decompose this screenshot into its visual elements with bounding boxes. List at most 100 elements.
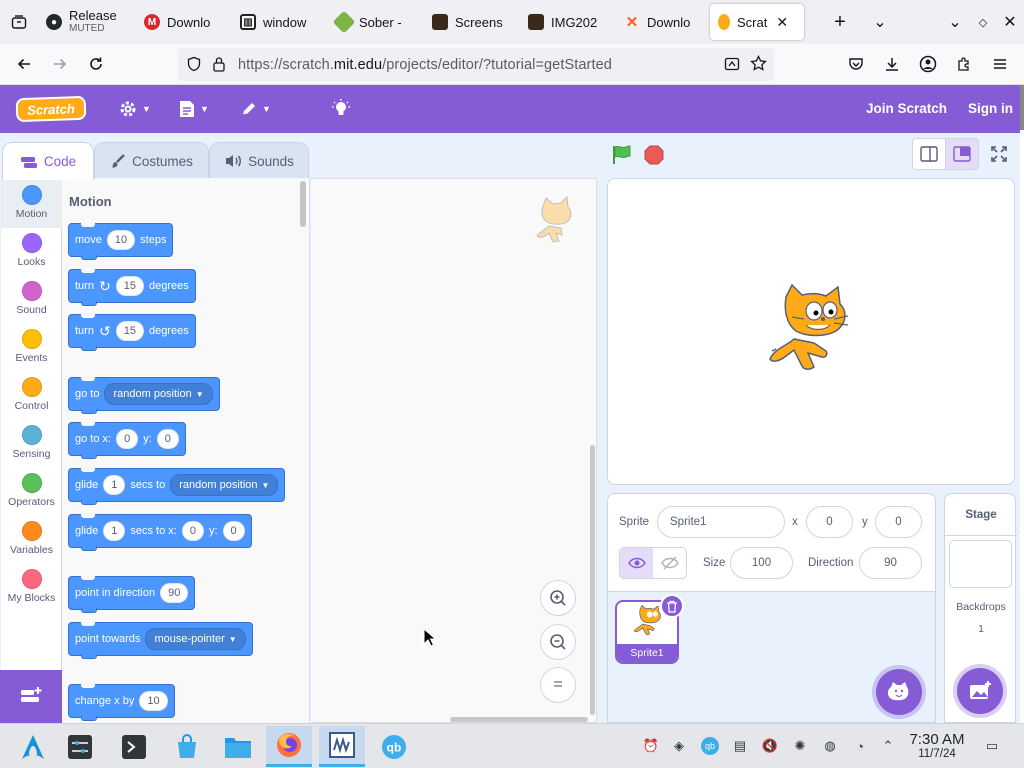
browser-tab[interactable]: ▥ window [232,4,328,40]
brightness-icon[interactable]: ✺ [790,736,810,756]
script-vertical-scrollbar[interactable] [590,445,595,715]
y-input[interactable]: 0 [222,521,245,541]
category-operators[interactable]: Operators [1,468,62,516]
size-field[interactable]: 100 [730,547,793,579]
browser-tab[interactable]: ✕ Downlo [616,4,706,40]
url-text[interactable]: https://scratch.mit.edu/projects/editor/… [238,57,612,73]
network-icon[interactable]: ◍ [820,736,840,756]
hide-sprite-button[interactable] [653,548,686,578]
target-dropdown[interactable]: mouse-pointer ▼ [145,628,246,650]
stage-canvas[interactable] [607,178,1015,485]
category-events[interactable]: Events [1,324,62,372]
tab-code[interactable]: Code [2,142,94,180]
account-button[interactable] [912,48,944,80]
reader-view-icon[interactable] [724,56,740,77]
extensions-button[interactable] [948,48,980,80]
block-go-to-xy[interactable]: go to x: 0 y: 0 [68,422,186,459]
block-glide-to[interactable]: glide 1 secs to random position ▼ [68,468,286,505]
tab-sounds[interactable]: Sounds [209,142,309,179]
browser-tab[interactable]: IMG202 [520,4,616,40]
taskbar-qbittorrent[interactable]: qb [371,726,417,767]
sprite-name-field[interactable]: Sprite1 [657,506,785,538]
zoom-in-button[interactable] [540,580,576,616]
category-looks[interactable]: Looks [1,228,62,276]
green-flag-button[interactable] [609,143,635,167]
choose-backdrop-button[interactable] [957,668,1003,714]
tab-costumes[interactable]: Costumes [94,142,209,179]
palette-scrollbar[interactable] [300,181,306,227]
stage-thumbnail[interactable] [949,540,1012,588]
clock-date[interactable]: 11/7/24 [904,748,970,760]
join-scratch-link[interactable]: Join Scratch [866,101,947,116]
block-change-x[interactable]: change x by 10 [68,684,175,721]
degrees-input[interactable]: 15 [115,276,144,296]
back-button[interactable] [8,48,40,80]
taskbar-discover[interactable] [164,726,210,767]
sign-in-link[interactable]: Sign in [968,101,1013,116]
x-input[interactable]: 0 [116,429,139,449]
pocket-button[interactable] [840,48,872,80]
zoom-reset-button[interactable]: = [540,667,576,703]
minimize-window-button[interactable]: ⌄ [942,0,968,44]
target-dropdown[interactable]: random position ▼ [104,383,213,405]
block-turn-right[interactable]: turn ↻ 15 degrees [68,269,196,306]
category-variables[interactable]: Variables [1,516,62,564]
shield-icon[interactable] [186,56,202,77]
secs-input[interactable]: 1 [103,475,126,495]
show-sprite-button[interactable] [620,548,653,578]
edit-menu-button[interactable]: ▼ [240,98,271,120]
block-point-in-direction[interactable]: point in direction 90 [68,576,196,613]
downloads-button[interactable] [876,48,908,80]
volume-muted-icon[interactable]: 🔇 [760,736,780,756]
zoom-out-button[interactable] [540,624,576,660]
normal-stage-button[interactable] [945,138,979,170]
clock-time[interactable]: 7:30 AM [904,731,970,748]
clipboard-icon[interactable]: ▤ [730,736,750,756]
settings-menu-button[interactable]: ▼ [118,98,151,120]
new-tab-button[interactable]: + [824,0,856,44]
close-window-button[interactable]: ✕ [998,0,1022,44]
taskbar-terminal[interactable] [111,726,157,767]
url-bar[interactable]: https://scratch.mit.edu/projects/editor/… [178,48,774,81]
update-notifier-icon[interactable]: ◔ [850,736,870,756]
category-sound[interactable]: Sound [1,276,62,324]
expand-tray-icon[interactable]: ⌃ [878,736,898,756]
qbittorrent-tray-icon[interactable]: qb [700,736,720,756]
x-change-input[interactable]: 10 [139,691,168,711]
block-move-steps[interactable]: move 10 steps [68,223,174,260]
browser-tab[interactable]: ● Release MUTED [38,4,136,40]
app-menu-button[interactable] [984,48,1016,80]
page-scrollbar[interactable] [1020,85,1024,130]
maximize-window-button[interactable]: ◇ [970,0,996,44]
block-turn-left[interactable]: turn ↺ 15 degrees [68,314,196,351]
show-desktop-icon[interactable]: ▭ [982,736,1002,756]
kde-connect-icon[interactable]: ◈ [669,736,689,756]
direction-input[interactable]: 90 [160,583,189,603]
choose-sprite-button[interactable] [876,669,922,715]
close-tab-icon[interactable]: ✕ [776,14,788,31]
browser-tab[interactable]: M Downlo [136,4,232,40]
category-control[interactable]: Control [1,372,62,420]
list-all-tabs-button[interactable]: ⌄ [864,0,896,44]
scratch-logo[interactable]: Scratch [15,95,87,123]
browser-tab-active[interactable]: Scrat ✕ [710,4,804,40]
alarm-clock-icon[interactable]: ⏰ [641,736,661,756]
stop-button[interactable] [643,144,665,166]
y-position-field[interactable]: 0 [875,506,922,538]
steps-input[interactable]: 10 [106,230,136,250]
delete-sprite-button[interactable] [660,594,684,618]
category-my-blocks[interactable]: My Blocks [1,564,62,612]
taskbar-firefox[interactable] [266,726,312,767]
reload-button[interactable] [80,48,112,80]
browser-tab[interactable]: Screens [424,4,520,40]
secs-input[interactable]: 1 [103,521,126,541]
category-sensing[interactable]: Sensing [1,420,62,468]
tab-list-button[interactable] [0,0,38,44]
degrees-input[interactable]: 15 [115,321,144,341]
taskbar-file-manager[interactable] [215,726,261,767]
forward-button[interactable] [44,48,76,80]
file-menu-button[interactable]: ▼ [178,98,209,120]
browser-tab[interactable]: Sober - [328,4,424,40]
block-point-towards[interactable]: point towards mouse-pointer ▼ [68,622,253,659]
fullscreen-button[interactable] [982,138,1016,170]
